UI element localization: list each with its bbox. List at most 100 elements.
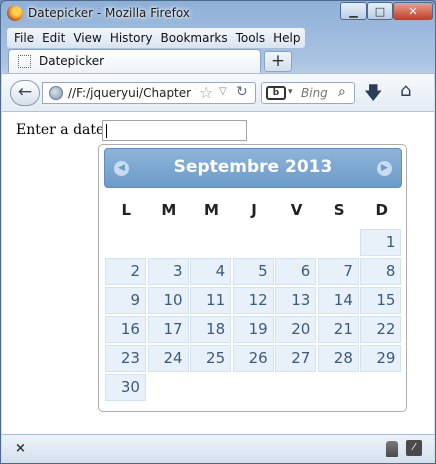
day-cell[interactable]: 11 [190, 287, 232, 314]
search-bar[interactable]: b ▾ Bing ⌕ [261, 82, 355, 104]
weekday-label: M [161, 201, 177, 219]
url-bar[interactable]: //F:/jqueryui/Chapter 7, ☆ ▽ ↻ [42, 82, 256, 104]
status-bar: × ⁄ [2, 434, 434, 463]
empty-cell [190, 374, 231, 401]
url-text: //F:/jqueryui/Chapter 7, [68, 86, 196, 100]
day-cell[interactable]: 29 [360, 345, 402, 372]
weekday-label: L [121, 201, 132, 219]
day-cell[interactable]: 30 [105, 374, 146, 401]
weekday-label: J [251, 201, 257, 219]
week-row: 9 10 11 12 13 14 15 [105, 287, 403, 316]
day-cell[interactable]: 3 [147, 258, 189, 285]
menu-help-label: Help [273, 31, 301, 45]
week-row: 30 [105, 374, 403, 403]
menu-tools-label: Tools [235, 31, 266, 45]
new-tab-button[interactable]: + [264, 51, 292, 72]
day-cell[interactable]: 21 [317, 316, 359, 343]
menu-file[interactable]: File [10, 31, 38, 45]
home-icon[interactable]: ⌂ [400, 80, 411, 101]
page-content: Enter a date: ◀ Septembre 2013 ▶ L M M J V S D… [2, 111, 434, 434]
week-row: 1 [105, 229, 403, 258]
weekday-label: S [333, 201, 345, 219]
day-cell[interactable]: 14 [317, 287, 359, 314]
menu-bar: File Edit View History Bookmarks Tools H… [7, 28, 305, 48]
day-cell[interactable]: 25 [190, 345, 232, 372]
page-favicon-icon [18, 55, 31, 68]
day-cell[interactable]: 2 [105, 258, 146, 285]
day-cell[interactable]: 4 [190, 258, 232, 285]
day-cell[interactable]: 13 [275, 287, 317, 314]
weekday-label: D [375, 201, 388, 219]
day-cell[interactable]: 16 [105, 316, 146, 343]
search-icon[interactable]: ⌕ [338, 84, 346, 100]
download-icon[interactable]: 🡇 [364, 81, 383, 111]
globe-icon [49, 86, 63, 100]
day-cell[interactable]: 26 [232, 345, 274, 372]
day-cell[interactable]: 28 [317, 345, 359, 372]
empty-cell [148, 229, 189, 256]
empty-cell [318, 374, 359, 401]
window-title: Datepicker - Mozilla Firefox [28, 6, 190, 20]
day-cell[interactable]: 10 [147, 287, 189, 314]
day-cell[interactable]: 12 [232, 287, 274, 314]
addon-icon[interactable] [386, 441, 398, 457]
empty-cell [360, 374, 401, 401]
empty-cell [275, 374, 316, 401]
menu-bookmarks[interactable]: Bookmarks [157, 31, 232, 45]
day-cell[interactable]: 8 [360, 258, 402, 285]
weekday-label: V [290, 201, 303, 219]
close-status-icon[interactable]: × [15, 441, 26, 456]
menu-tools[interactable]: Tools [232, 31, 270, 45]
addon-bar-icon[interactable]: ⁄ [406, 440, 422, 456]
empty-cell [105, 229, 146, 256]
search-engine-dropdown-icon[interactable]: ▾ [288, 87, 293, 97]
menu-view[interactable]: View [69, 31, 105, 45]
day-cell[interactable]: 24 [147, 345, 189, 372]
menu-help[interactable]: Help [269, 31, 304, 45]
reload-icon[interactable]: ↻ [236, 84, 248, 100]
datepicker-header: ◀ Septembre 2013 ▶ [104, 148, 402, 188]
tab-datepicker[interactable]: Datepicker [8, 49, 261, 73]
day-cell[interactable]: 18 [190, 316, 232, 343]
day-cell[interactable]: 27 [275, 345, 317, 372]
date-label: Enter a date: [16, 122, 110, 138]
datepicker-title: Septembre 2013 [173, 157, 333, 177]
week-row: 23 24 25 26 27 28 29 [105, 345, 403, 374]
empty-cell [275, 229, 316, 256]
tab-label: Datepicker [39, 54, 105, 68]
day-cell[interactable]: 6 [275, 258, 317, 285]
next-month-icon[interactable]: ▶ [377, 161, 392, 176]
day-cell[interactable]: 7 [317, 258, 359, 285]
browser-window: Datepicker - Mozilla Firefox ▁ □ ✕ File … [0, 0, 436, 464]
weekday-label: M [203, 201, 219, 219]
day-cell[interactable]: 1 [360, 229, 402, 256]
menu-file-label: File [14, 31, 35, 45]
empty-cell [318, 229, 359, 256]
weekday-header: LMMJVSD [105, 201, 403, 221]
search-placeholder: Bing [301, 86, 328, 100]
menu-history[interactable]: History [106, 31, 157, 45]
maximize-button[interactable]: □ [367, 2, 393, 20]
url-dropdown-icon[interactable]: ▽ [219, 86, 227, 97]
menu-view-label: View [73, 31, 102, 45]
day-cell[interactable]: 23 [105, 345, 146, 372]
day-cell[interactable]: 17 [147, 316, 189, 343]
day-cell[interactable]: 22 [360, 316, 402, 343]
day-cell[interactable]: 20 [275, 316, 317, 343]
menu-edit[interactable]: Edit [38, 31, 69, 45]
day-cell[interactable]: 9 [105, 287, 146, 314]
back-button[interactable]: ← [10, 80, 40, 106]
empty-cell [233, 374, 274, 401]
text-caret [106, 124, 107, 138]
minimize-button[interactable]: ▁ [340, 2, 367, 20]
day-cell[interactable]: 5 [232, 258, 274, 285]
empty-cell [190, 229, 231, 256]
bookmark-star-icon[interactable]: ☆ [199, 83, 213, 102]
close-button[interactable]: ✕ [393, 2, 433, 20]
bing-icon[interactable]: b [266, 86, 286, 100]
navigation-bar: ← //F:/jqueryui/Chapter 7, ☆ ▽ ↻ b ▾ Bin… [2, 73, 434, 111]
day-cell[interactable]: 15 [360, 287, 402, 314]
day-cell[interactable]: 19 [232, 316, 274, 343]
empty-cell [233, 229, 274, 256]
date-input[interactable] [102, 120, 247, 141]
